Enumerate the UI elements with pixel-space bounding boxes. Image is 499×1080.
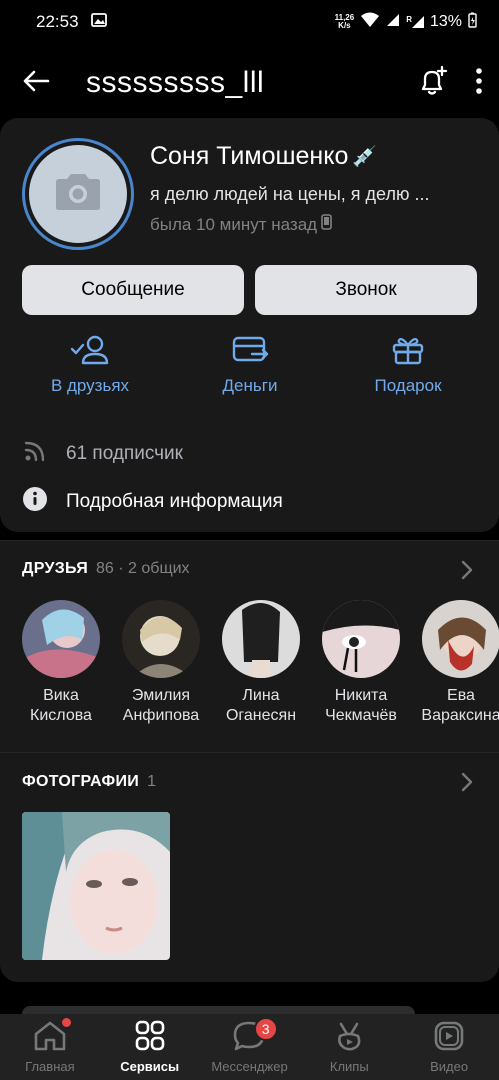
phone-icon — [321, 214, 332, 235]
unread-badge: 3 — [253, 1017, 278, 1041]
info-icon — [22, 486, 48, 518]
profile-status[interactable]: я делю людей на цены, я делю ... — [150, 184, 429, 205]
friend-name: Ева Вараксина — [421, 687, 499, 724]
bottom-tab-bar: Главная Сервисы 3 Мессенджер Клипы Видео — [0, 1014, 499, 1080]
tab-clips[interactable]: Клипы — [299, 1014, 399, 1080]
battery-level: 13% — [429, 13, 462, 30]
followers-row[interactable]: 61 подписчик — [22, 438, 183, 470]
services-icon — [133, 1020, 167, 1055]
friend-item[interactable]: Ева Вараксина — [411, 600, 499, 726]
friend-item[interactable]: Лина Оганесян — [211, 600, 311, 726]
friend-name: Никита Чекмачёв — [325, 687, 397, 724]
call-button[interactable]: Звонок — [255, 265, 477, 315]
in-friends-label: В друзьях — [50, 376, 130, 395]
signal-icon — [386, 13, 400, 32]
tab-home[interactable]: Главная — [0, 1014, 100, 1080]
status-time: 22:53 — [36, 12, 79, 31]
camera-icon — [52, 172, 104, 217]
tab-messenger[interactable]: 3 Мессенджер — [200, 1014, 300, 1080]
photos-title: ФОТОГРАФИИ — [22, 773, 140, 790]
money-action[interactable]: Деньги — [180, 335, 320, 396]
tab-services[interactable]: Сервисы — [100, 1014, 200, 1080]
avatar[interactable] — [22, 138, 134, 250]
gift-label: Подарок — [374, 376, 442, 395]
back-arrow-icon[interactable] — [22, 69, 50, 98]
rss-icon — [22, 438, 48, 470]
gallery-icon — [90, 12, 107, 32]
gift-action[interactable]: Подарок — [338, 335, 478, 396]
wifi-icon — [360, 12, 380, 33]
friends-chevron-right-icon[interactable] — [461, 560, 473, 585]
friend-avatar — [422, 600, 499, 678]
friend-check-icon — [70, 335, 110, 376]
signal-roaming-icon: R — [406, 15, 424, 29]
friends-header[interactable]: ДРУЗЬЯ 86 · 2 общих — [22, 560, 190, 578]
photo-thumbnail[interactable] — [22, 812, 170, 960]
battery-icon — [468, 12, 477, 33]
in-friends-action[interactable]: В друзьях — [20, 335, 160, 396]
video-icon — [432, 1020, 466, 1055]
tab-video[interactable]: Видео — [399, 1014, 499, 1080]
message-button[interactable]: Сообщение — [22, 265, 244, 315]
top-bar: sssssssss_lll — [0, 52, 499, 114]
friend-name: Лина Оганесян — [225, 687, 297, 724]
friend-name: Эмилия Анфипова — [122, 687, 200, 724]
friend-avatar — [222, 600, 300, 678]
friend-item[interactable]: Эмилия Анфипова — [111, 600, 211, 726]
friend-item[interactable]: Никита Чекмачёв — [311, 600, 411, 726]
unread-dot — [62, 1018, 71, 1027]
status-bar: 22:53 11,26 K/s R 13% — [0, 0, 499, 44]
notification-bell-add-icon[interactable] — [417, 65, 449, 102]
profile-name: Соня Тимошенко 💉 — [150, 142, 378, 170]
money-label: Деньги — [222, 376, 278, 395]
friend-avatar — [122, 600, 200, 678]
more-vertical-icon[interactable] — [475, 67, 483, 99]
friend-avatar — [22, 600, 100, 678]
last-seen: была 10 минут назад — [150, 214, 332, 235]
friend-name: Вика Кислова — [30, 687, 92, 724]
details-label: Подробная информация — [66, 491, 283, 512]
details-row[interactable]: Подробная информация — [22, 486, 283, 518]
photos-header[interactable]: ФОТОГРАФИИ 1 — [22, 773, 156, 791]
home-icon — [33, 1020, 67, 1055]
network-speed: 11,26 K/s — [334, 13, 355, 30]
syringe-emoji: 💉 — [352, 146, 378, 168]
friends-count: 86 · 2 общих — [96, 560, 190, 577]
money-card-icon — [230, 335, 270, 376]
friend-item[interactable]: Вика Кислова — [11, 600, 111, 726]
page-title: sssssssss_lll — [86, 66, 265, 99]
clips-icon — [332, 1020, 366, 1055]
gift-icon — [388, 335, 428, 376]
friend-avatar — [322, 600, 400, 678]
photos-count: 1 — [147, 773, 156, 790]
photos-chevron-right-icon[interactable] — [461, 772, 473, 797]
followers-count: 61 подписчик — [66, 443, 183, 464]
friends-title: ДРУЗЬЯ — [22, 560, 89, 577]
